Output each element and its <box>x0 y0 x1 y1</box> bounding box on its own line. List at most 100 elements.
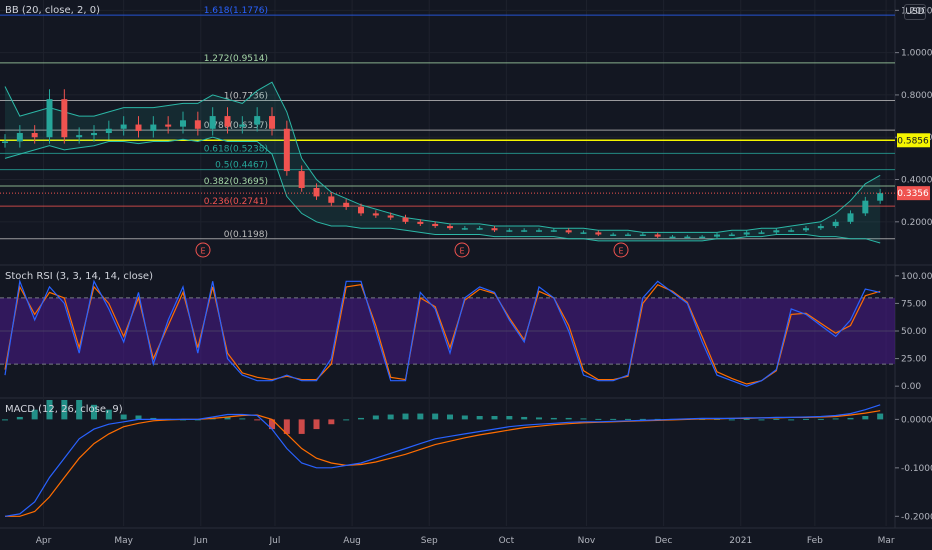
candle[interactable] <box>595 232 602 235</box>
candle[interactable] <box>506 230 513 232</box>
macd-histogram-bar <box>877 413 884 420</box>
candle[interactable] <box>877 193 884 201</box>
candle[interactable] <box>432 223 439 227</box>
last-price-text: 0.3356 <box>897 189 929 199</box>
x-tick-label: May <box>114 536 133 546</box>
stoch-rsi-indicator-label[interactable]: Stoch RSI (3, 3, 14, 14, close) <box>5 271 153 282</box>
macd-histogram-bar <box>432 413 439 420</box>
macd-histogram-bar <box>120 414 127 420</box>
fib-level-label: 0.236(0.2741) <box>204 197 268 207</box>
candle[interactable] <box>743 232 750 235</box>
candle[interactable] <box>2 141 8 143</box>
macd-histogram-bar <box>358 417 364 420</box>
candle[interactable] <box>476 228 483 230</box>
candle[interactable] <box>298 171 305 188</box>
macd-histogram-bar <box>417 413 424 420</box>
candle[interactable] <box>224 116 231 127</box>
macd-histogram-bar <box>847 417 854 420</box>
x-tick-label: Sep <box>421 536 438 546</box>
candle[interactable] <box>269 116 275 129</box>
candle[interactable] <box>758 232 765 234</box>
candle[interactable] <box>803 228 809 231</box>
candle[interactable] <box>536 230 542 232</box>
candle[interactable] <box>372 213 379 216</box>
macd-histogram-bar <box>239 418 246 420</box>
candle[interactable] <box>728 234 735 237</box>
bb-indicator-label[interactable]: BB (20, close, 2, 0) <box>5 5 100 16</box>
x-tick-label: Apr <box>36 536 52 546</box>
candle[interactable] <box>669 236 676 239</box>
x-tick-label: Mar <box>878 536 895 546</box>
macd-histogram-bar <box>298 419 305 434</box>
candle[interactable] <box>387 215 394 218</box>
candle[interactable] <box>773 230 780 233</box>
candle[interactable] <box>135 124 142 131</box>
macd-histogram-bar <box>343 419 350 421</box>
macd-histogram-bar <box>2 419 8 421</box>
macd-histogram-bar <box>536 417 542 420</box>
candle[interactable] <box>654 234 661 237</box>
candle[interactable] <box>283 128 290 172</box>
candle[interactable] <box>402 217 409 222</box>
macd-histogram-bar <box>16 416 23 420</box>
macd-histogram-bar <box>728 419 735 421</box>
candle[interactable] <box>832 221 839 227</box>
candle[interactable] <box>447 226 453 229</box>
y-tick-label: 0.00 <box>901 382 921 392</box>
candle[interactable] <box>788 230 795 232</box>
candle[interactable] <box>417 221 424 224</box>
candle[interactable] <box>239 124 246 127</box>
candle[interactable] <box>521 230 528 232</box>
macd-histogram-bar <box>565 417 572 420</box>
earnings-marker-label: E <box>459 247 464 256</box>
candle[interactable] <box>358 207 364 214</box>
macd-histogram-bar <box>832 418 839 420</box>
candle[interactable] <box>343 202 350 208</box>
macd-histogram-bar <box>254 419 261 421</box>
candle[interactable] <box>684 236 691 239</box>
candle[interactable] <box>105 128 112 133</box>
macd-histogram-bar <box>372 415 379 420</box>
candle[interactable] <box>847 213 854 222</box>
candle[interactable] <box>328 196 335 203</box>
fib-level-label: 0.618(0.5238) <box>204 144 268 154</box>
candle[interactable] <box>31 133 38 138</box>
macd-indicator-label[interactable]: MACD (12, 26, close, 9) <box>5 404 123 415</box>
candle[interactable] <box>699 236 706 239</box>
candle[interactable] <box>61 99 68 138</box>
candle[interactable] <box>580 232 587 234</box>
candle[interactable] <box>180 120 186 127</box>
candle[interactable] <box>209 116 216 129</box>
candle[interactable] <box>254 116 261 125</box>
candle[interactable] <box>313 187 320 197</box>
macd-histogram-bar <box>313 419 320 430</box>
macd-histogram-bar <box>580 418 587 420</box>
candle[interactable] <box>120 124 127 129</box>
candle[interactable] <box>194 120 201 129</box>
candle[interactable] <box>16 133 23 142</box>
y-tick-label: 0.2000 <box>901 218 932 228</box>
candle[interactable] <box>862 200 869 214</box>
candle[interactable] <box>610 234 617 237</box>
macd-histogram-bar <box>595 418 602 420</box>
candle[interactable] <box>817 226 824 229</box>
candle[interactable] <box>491 228 498 231</box>
macd-histogram-bar <box>817 418 824 420</box>
earnings-marker-label: E <box>618 247 623 256</box>
fib-level-label: 1.272(0.9514) <box>204 54 268 64</box>
candle[interactable] <box>550 230 557 232</box>
candle[interactable] <box>165 124 172 127</box>
y-tick-label: 100.00 <box>901 272 932 282</box>
currency-badge[interactable]: USD <box>904 4 926 20</box>
candle[interactable] <box>91 133 97 136</box>
candle[interactable] <box>150 124 157 131</box>
candle[interactable] <box>76 135 83 138</box>
candle[interactable] <box>461 228 468 230</box>
candle[interactable] <box>565 230 572 233</box>
x-tick-label: Nov <box>578 536 596 546</box>
candle[interactable] <box>714 234 720 237</box>
candle[interactable] <box>46 99 53 138</box>
candle[interactable] <box>625 234 631 237</box>
candle[interactable] <box>639 234 646 237</box>
earnings-marker-label: E <box>200 247 205 256</box>
